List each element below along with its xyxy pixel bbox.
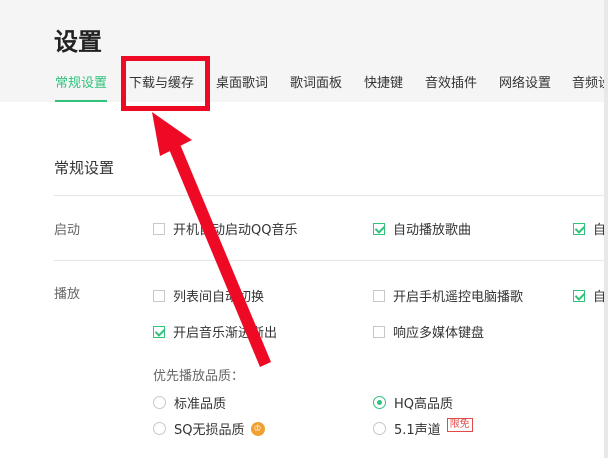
annotation-arrow-head (152, 112, 192, 156)
settings-window: 设置 常规设置 下载与缓存 桌面歌词 歌词面板 快捷键 音效插件 网络设置 音频… (0, 0, 608, 458)
window-right-edge (604, 0, 608, 458)
annotation-arrow (152, 112, 271, 367)
annotation-arrow-shaft (166, 137, 271, 367)
